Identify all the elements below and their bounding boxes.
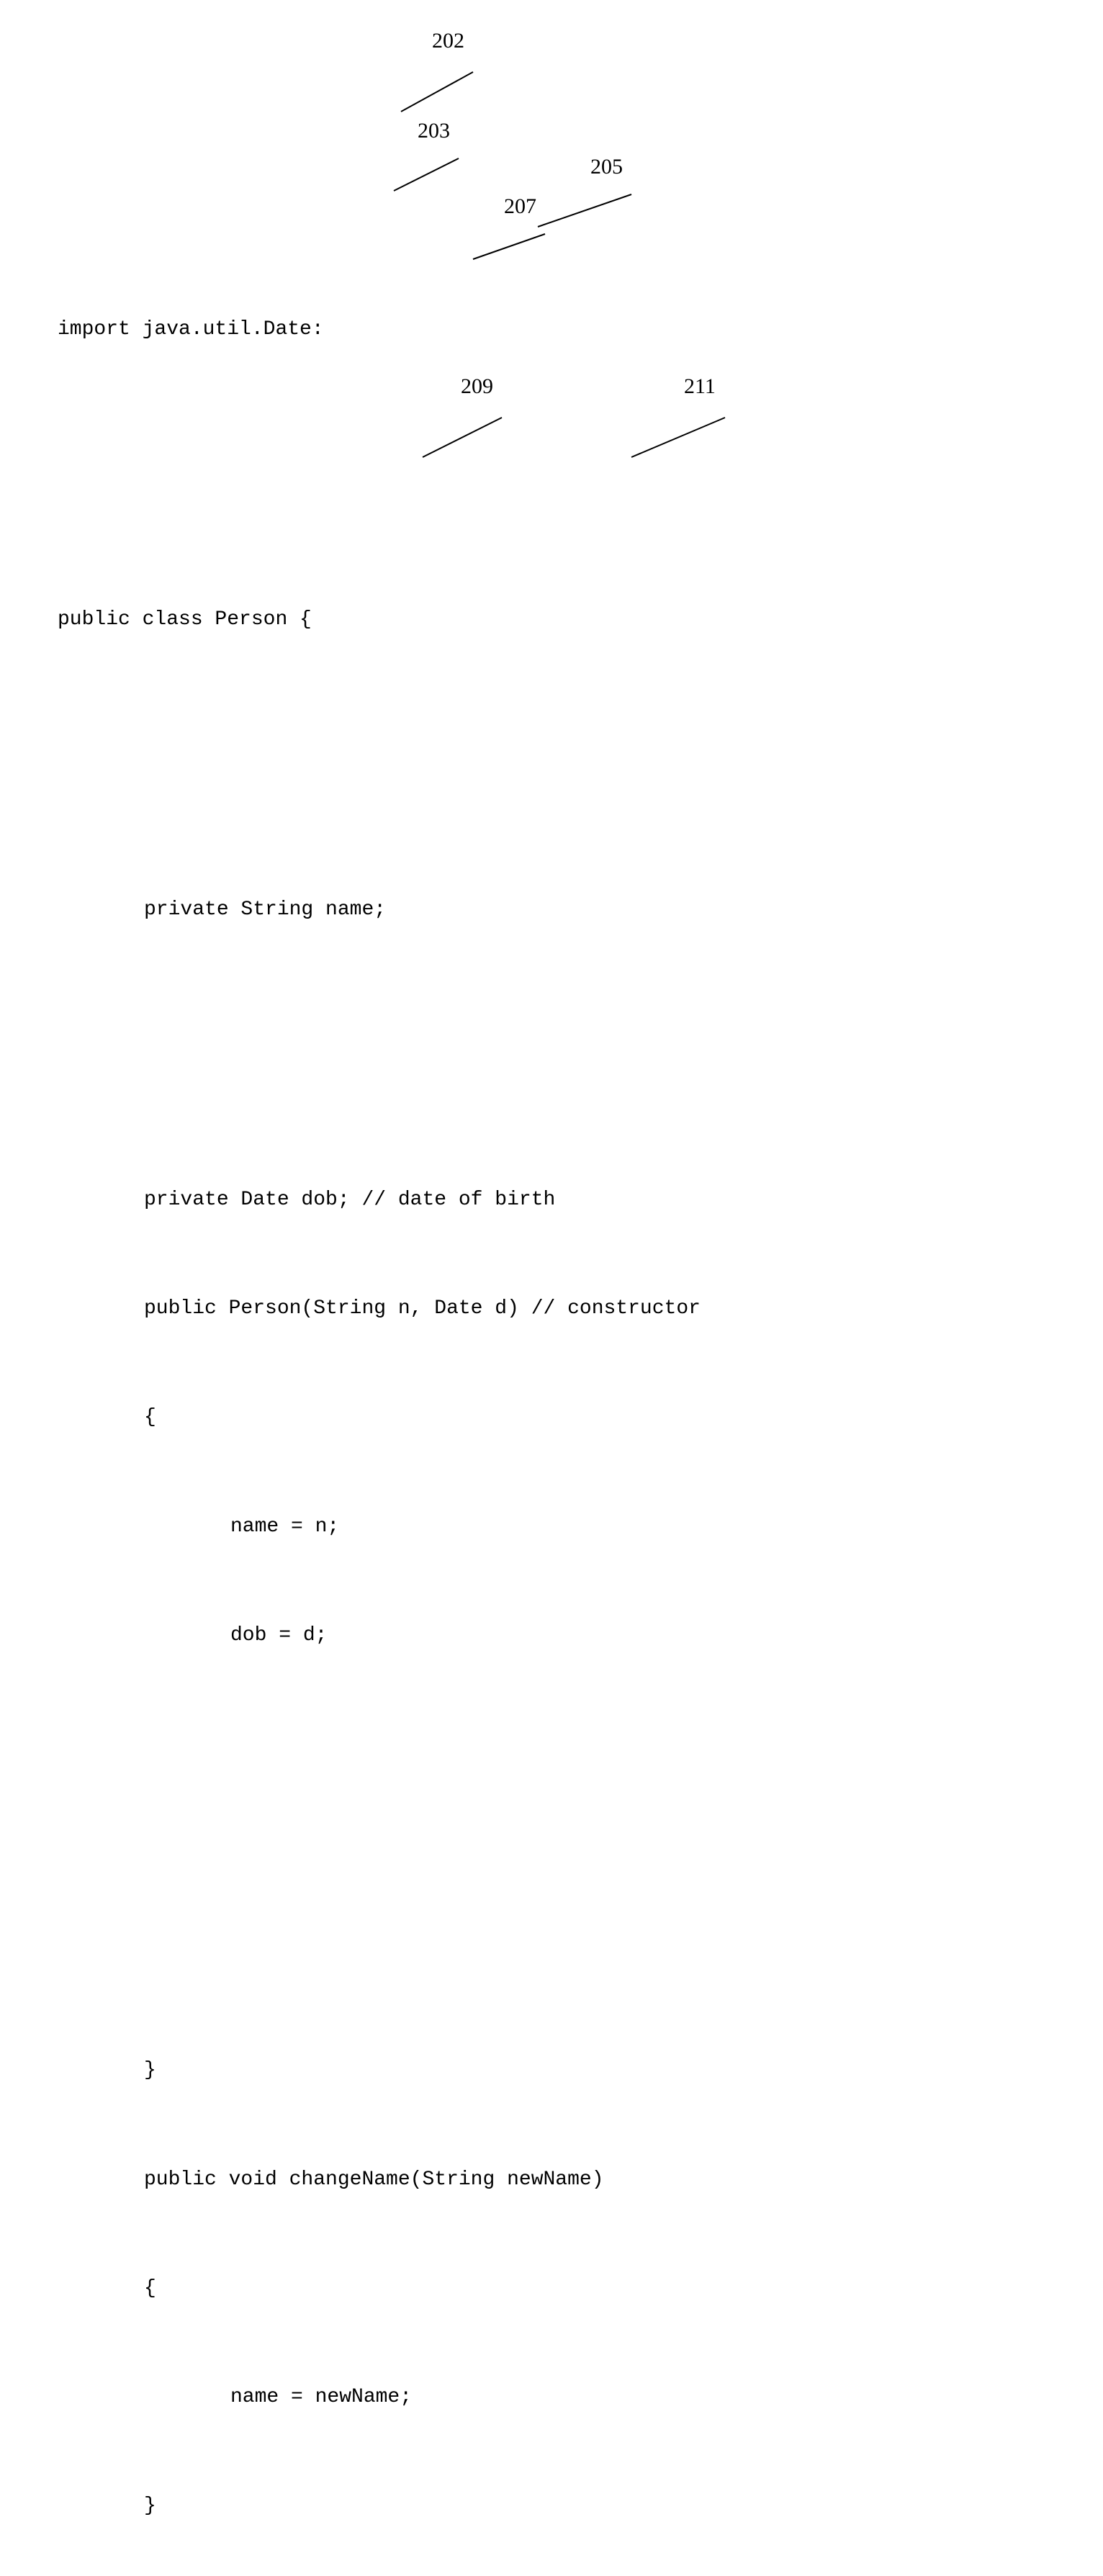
code-line-5: public Person(String n, Date d) // const… [58, 1291, 1045, 1327]
code-line-3: private String name; [58, 892, 1045, 928]
code-line-12: name = newName; [58, 2379, 1045, 2415]
leader-line-209 [374, 382, 516, 511]
code-line-11: { [58, 2271, 1045, 2307]
code-line-6: { [58, 1400, 1045, 1436]
code-line-4: private Date dob; // date of birth [58, 1182, 1045, 1218]
code-line-1: import java.util.Date: [58, 312, 1045, 348]
code-line-9: } [58, 2053, 1045, 2089]
code-line-13: } [58, 2488, 1045, 2524]
code-line-10: public void changeName(String newName) [58, 2162, 1045, 2198]
leader-line-211 [583, 382, 739, 511]
leader-line-207 [425, 198, 559, 313]
code-line-2: public class Person { [58, 602, 1045, 638]
code-line-7: name = n; [58, 1509, 1045, 1545]
code-line-8: dob = d; [58, 1618, 1045, 1654]
code-block: 202 import java.util.Date: 203 public cl… [58, 58, 1045, 2576]
